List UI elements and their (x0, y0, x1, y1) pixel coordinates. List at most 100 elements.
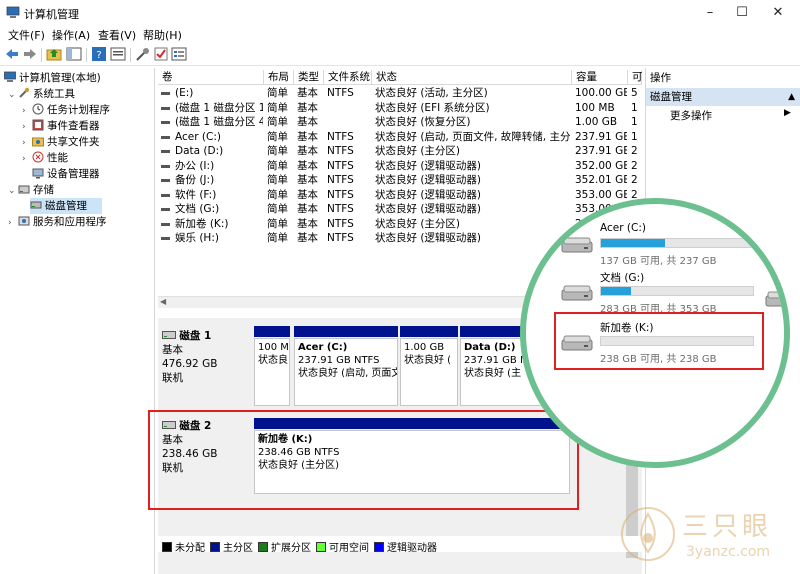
tree-system-tools[interactable]: ⌄ 系统工具 (8, 86, 75, 102)
disk1-partition-c[interactable]: Acer (C:) 237.91 GB NTFS 状态良好 (启动, 页面文 (294, 338, 398, 406)
table-row[interactable]: 软件 (F:) 简单 基本 NTFS 状态良好 (逻辑驱动器) 353.00 GB 2 (158, 188, 642, 203)
partition-bar (254, 326, 290, 337)
table-row[interactable]: (磁盘 1 磁盘分区 4) 简单 基本 状态良好 (恢复分区) 1.00 GB 1 (158, 115, 642, 130)
col-header-type[interactable]: 类型 (294, 70, 324, 85)
table-row[interactable]: Data (D:) 简单 基本 NTFS 状态良好 (主分区) 237.91 GB 2 (158, 144, 642, 159)
cell-volume: 新加卷 (K:) (175, 217, 229, 230)
menu-help[interactable]: 帮助(H) (143, 27, 182, 43)
partition-status: 状态良好 ( (404, 355, 452, 366)
chevron-down-icon[interactable]: ⌄ (8, 87, 18, 103)
actions-section-disk-management[interactable]: 磁盘管理 ▲ (646, 88, 800, 106)
table-row[interactable]: (磁盘 1 磁盘分区 1) 简单 基本 状态良好 (EFI 系统分区) 100 MB 1 (158, 101, 642, 116)
cell-type: 基本 (297, 174, 318, 186)
legend-label: 可用空间 (329, 543, 369, 554)
cell-filesystem: NTFS (327, 87, 354, 99)
tree-performance[interactable]: › 性能 (22, 150, 68, 166)
cell-free: 2 (631, 174, 638, 186)
disk1-partition-recovery[interactable]: 1.00 GB 状态良好 ( (400, 338, 458, 406)
menu-view[interactable]: 查看(V) (98, 27, 136, 43)
cell-layout: 简单 (267, 203, 288, 215)
show-hide-tree-icon[interactable] (66, 46, 82, 62)
scroll-left-icon[interactable]: ◀ (160, 297, 166, 306)
minimize-button[interactable]: – (692, 0, 728, 26)
table-row[interactable]: 文档 (G:)简单基本NTFS状态良好 (逻辑驱动器)353.00 GB2 (158, 202, 642, 217)
cell-layout: 简单 (267, 159, 288, 172)
back-arrow-icon[interactable] (4, 46, 20, 62)
cell-layout: 简单 (267, 145, 288, 157)
col-header-capacity[interactable]: 容量 (572, 70, 628, 85)
computer-management-icon (6, 6, 20, 18)
cell-type: 基本 (297, 217, 318, 230)
tree-storage[interactable]: ⌄ 存储 (8, 182, 54, 198)
cell-filesystem: NTFS (327, 188, 354, 201)
cell-free: 1 (631, 116, 638, 128)
chevron-right-icon[interactable]: › (22, 151, 32, 167)
list-view-icon[interactable] (171, 46, 187, 62)
navigation-tree: 计算机管理(本地) ⌄ 系统工具 › 任务计划程序 › 事件查看器 › 共享文件夹 › 性… (0, 68, 155, 574)
legend-primary: 主分区 (210, 539, 253, 554)
cell-volume: Acer (C:) (175, 130, 221, 143)
cell-volume: 软件 (F:) (175, 188, 217, 201)
table-row[interactable]: (E:) 简单 基本 NTFS 状态良好 (活动, 主分区) 100.00 GB 5 (158, 86, 642, 101)
disk1-info[interactable]: 磁盘 1 基本 476.92 GB 联机 (158, 326, 250, 410)
cell-volume: (E:) (175, 87, 194, 99)
title-bar: 计算机管理 – ☐ ✕ (0, 0, 800, 26)
tree-root[interactable]: 计算机管理(本地) (4, 70, 101, 86)
tree-event-viewer[interactable]: › 事件查看器 (22, 118, 100, 134)
col-header-volume[interactable]: 卷 (158, 70, 264, 85)
chevron-right-icon[interactable]: › (22, 119, 32, 135)
cell-capacity: 352.00 GB (575, 159, 627, 172)
menu-bar: 文件(F) 操作(A) 查看(V) 帮助(H) (0, 26, 800, 44)
tree-disk-management[interactable]: 磁盘管理 (30, 198, 102, 214)
forward-arrow-icon[interactable] (22, 46, 38, 62)
help-icon[interactable]: ? (91, 46, 107, 62)
menu-file[interactable]: 文件(F) (8, 27, 45, 43)
col-header-filesystem[interactable]: 文件系统 (324, 70, 372, 85)
chevron-right-icon[interactable]: › (22, 135, 32, 151)
chevron-right-icon[interactable]: › (22, 103, 32, 119)
table-row[interactable]: Acer (C:) 简单 基本 NTFS 状态良好 (启动, 页面文件, 故障转储, 主… (158, 130, 642, 145)
chevron-down-icon[interactable]: ⌄ (8, 183, 18, 199)
cell-layout: 简单 (267, 116, 288, 128)
chevron-right-icon[interactable]: › (8, 215, 18, 231)
tree-shared-folders[interactable]: › 共享文件夹 (22, 134, 100, 150)
maximize-button[interactable]: ☐ (724, 0, 760, 26)
cell-capacity: 100 MB (575, 101, 615, 114)
menu-action[interactable]: 操作(A) (52, 27, 90, 43)
cell-type: 基本 (297, 159, 318, 172)
tree-services-apps[interactable]: › 服务和应用程序 (8, 214, 107, 230)
zoom-usage-fill (601, 239, 665, 247)
table-row[interactable]: 备份 (J:) 简单 基本 NTFS 状态良好 (逻辑驱动器) 352.01 GB 2 (158, 173, 642, 188)
cell-free: 1 (631, 130, 638, 143)
tree-disk-management-label: 磁盘管理 (45, 200, 87, 212)
check-icon[interactable] (153, 46, 169, 62)
partition-name: Acer (C:) (298, 342, 348, 353)
legend-unallocated: 未分配 (162, 539, 205, 554)
properties-icon[interactable] (110, 46, 126, 62)
tree-device-manager[interactable]: 设备管理器 (32, 166, 100, 182)
connect-icon[interactable] (135, 46, 151, 62)
more-actions[interactable]: 更多操作 ▶ (670, 108, 791, 123)
zoom-callout: Acer (C:) 137 GB 可用, 共 237 GB 文档 (G:) 283 G… (520, 198, 790, 468)
cell-capacity: 237.91 GB (575, 130, 627, 143)
tree-task-scheduler[interactable]: › 任务计划程序 (22, 102, 110, 118)
col-header-layout[interactable]: 布局 (264, 70, 294, 85)
services-icon (18, 216, 30, 226)
col-header-free[interactable]: 可 (628, 70, 642, 85)
legend-free: 可用空间 (316, 539, 369, 554)
disk1-partition-efi[interactable]: 100 M 状态良 (254, 338, 290, 406)
tree-shared-folders-label: 共享文件夹 (47, 136, 100, 148)
cell-filesystem: NTFS (327, 145, 354, 157)
cell-layout: 简单 (267, 232, 288, 244)
drive-icon (561, 285, 593, 301)
col-header-status[interactable]: 状态 (372, 70, 572, 85)
close-button[interactable]: ✕ (760, 0, 796, 26)
cell-filesystem: NTFS (327, 232, 354, 244)
table-row[interactable]: 办公 (I:) 简单 基本 NTFS 状态良好 (逻辑驱动器) 352.00 GB 2 (158, 159, 642, 174)
legend-extended: 扩展分区 (258, 539, 311, 554)
tree-event-viewer-label: 事件查看器 (47, 120, 100, 132)
cell-volume: 娱乐 (H:) (175, 232, 219, 244)
up-folder-icon[interactable] (46, 46, 62, 62)
legend: 未分配 主分区 扩展分区 可用空间 逻辑驱动器 (158, 536, 642, 554)
computer-icon (4, 71, 16, 82)
